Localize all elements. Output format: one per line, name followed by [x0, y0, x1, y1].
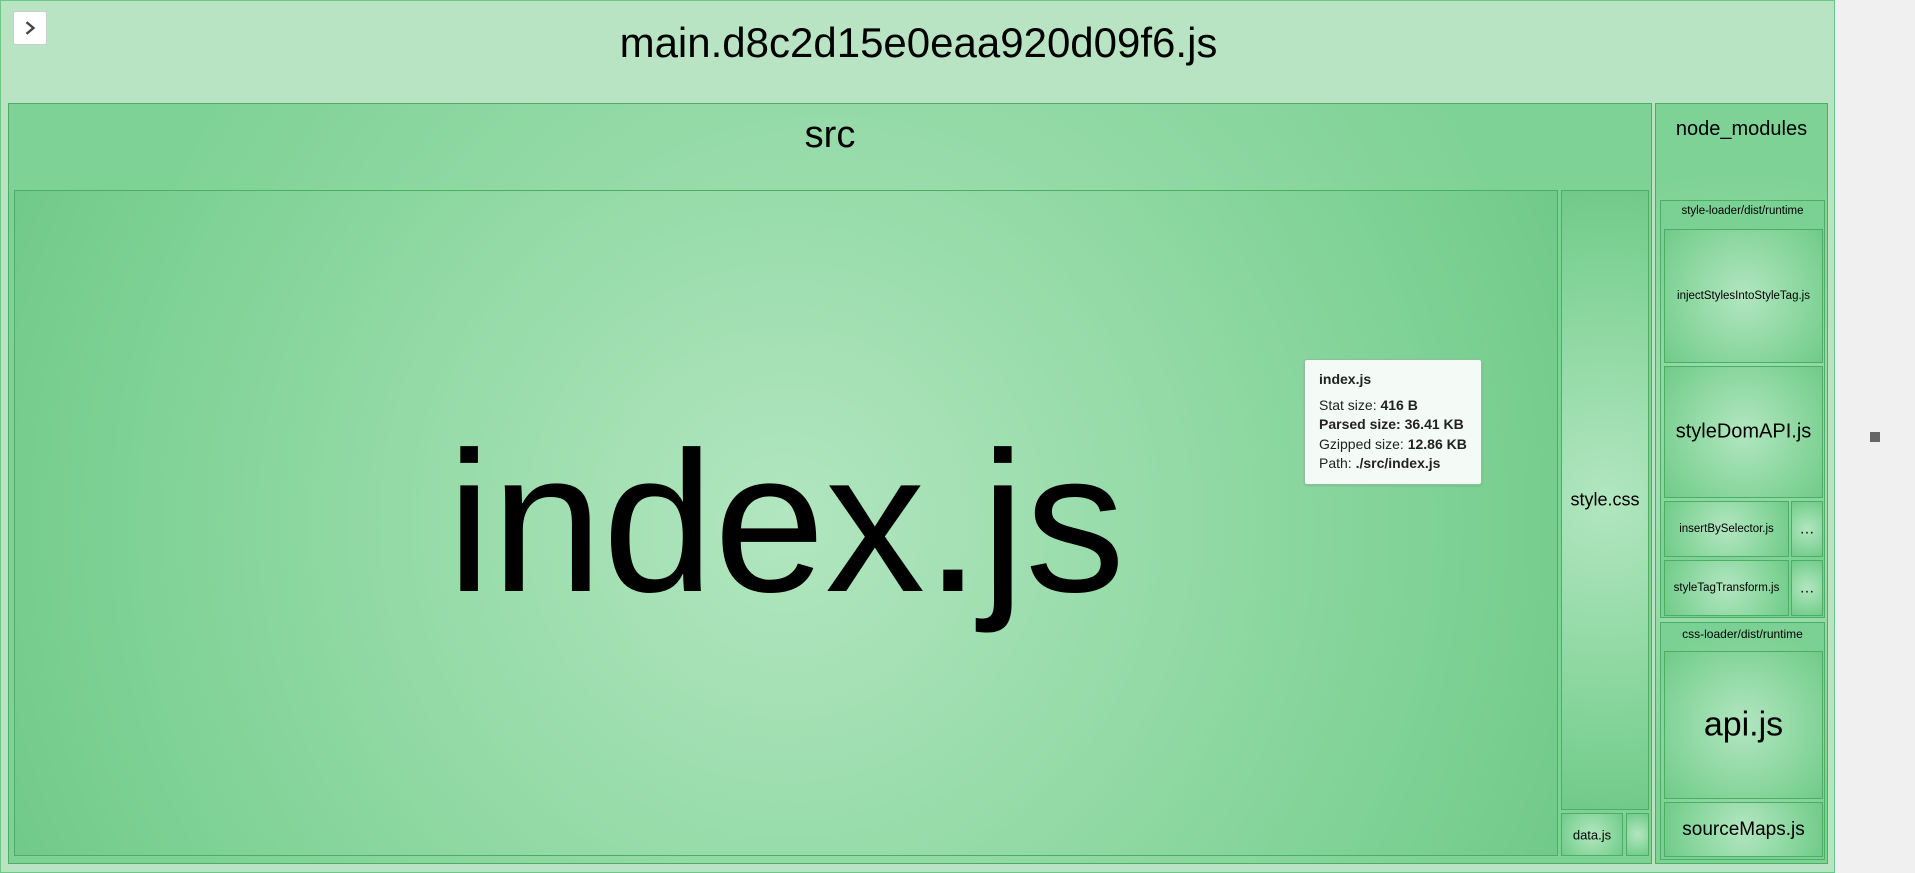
module-data-js-label: data.js	[1573, 827, 1611, 842]
module-style-tag-transform-label: styleTagTransform.js	[1674, 582, 1780, 594]
group-style-loader-label: style-loader/dist/runtime	[1661, 201, 1824, 227]
tooltip-parsed-row: Parsed size: 36.41 KB	[1319, 415, 1467, 435]
tooltip-parsed-value: 36.41 KB	[1405, 416, 1464, 432]
module-tiny-1[interactable]	[1626, 813, 1649, 856]
group-css-loader[interactable]: css-loader/dist/runtime api.js sourceMap…	[1660, 622, 1825, 860]
module-inject-styles[interactable]: injectStylesIntoStyleTag.js	[1664, 229, 1823, 363]
tooltip: index.js Stat size: 416 B Parsed size: 3…	[1304, 359, 1482, 485]
module-ellipsis-2-label: …	[1800, 580, 1815, 597]
tooltip-parsed-label: Parsed size:	[1319, 416, 1405, 432]
module-style-css-label: style.css	[1570, 490, 1639, 511]
module-style-css[interactable]: style.css	[1561, 190, 1649, 810]
tooltip-path-row: Path: ./src/index.js	[1319, 454, 1467, 474]
module-ellipsis-1-label: …	[1800, 521, 1815, 538]
tooltip-gzip-value: 12.86 KB	[1408, 436, 1467, 452]
tooltip-path-value: ./src/index.js	[1356, 455, 1441, 471]
module-inject-styles-label: injectStylesIntoStyleTag.js	[1677, 290, 1810, 302]
module-style-dom-api-label: styleDomAPI.js	[1676, 421, 1812, 444]
group-src-label: src	[9, 104, 1651, 184]
right-panel[interactable]	[1835, 0, 1915, 873]
module-insert-by-selector[interactable]: insertBySelector.js	[1664, 501, 1789, 557]
tooltip-path-label: Path:	[1319, 455, 1356, 471]
chevron-right-icon	[24, 21, 36, 35]
group-node-modules[interactable]: node_modules style-loader/dist/runtime i…	[1655, 103, 1828, 864]
module-api-js[interactable]: api.js	[1664, 651, 1823, 799]
module-data-js[interactable]: data.js	[1561, 813, 1623, 856]
treemap-viewport[interactable]: main.d8c2d15e0eaa920d09f6.js src index.j…	[0, 0, 1835, 873]
tooltip-gzip-row: Gzipped size: 12.86 KB	[1319, 435, 1467, 455]
tooltip-stat-row: Stat size: 416 B	[1319, 396, 1467, 416]
group-node-modules-label: node_modules	[1656, 104, 1827, 160]
module-index-js[interactable]: index.js	[14, 190, 1558, 856]
group-css-loader-label: css-loader/dist/runtime	[1661, 623, 1824, 649]
module-index-js-label: index.js	[447, 408, 1125, 638]
module-ellipsis-1[interactable]: …	[1791, 501, 1823, 557]
group-style-loader[interactable]: style-loader/dist/runtime injectStylesIn…	[1660, 200, 1825, 618]
right-panel-handle-icon	[1870, 432, 1880, 442]
module-source-maps-js[interactable]: sourceMaps.js	[1664, 802, 1823, 857]
bundle-title: main.d8c2d15e0eaa920d09f6.js	[1, 19, 1836, 67]
tooltip-title: index.js	[1319, 370, 1467, 390]
tooltip-stat-label: Stat size:	[1319, 397, 1380, 413]
tooltip-stat-value: 416 B	[1380, 397, 1417, 413]
module-style-dom-api[interactable]: styleDomAPI.js	[1664, 366, 1823, 498]
sidebar-toggle-button[interactable]	[13, 11, 47, 45]
module-ellipsis-2[interactable]: …	[1791, 560, 1823, 616]
module-insert-by-selector-label: insertBySelector.js	[1679, 523, 1774, 535]
module-api-js-label: api.js	[1704, 706, 1783, 745]
module-style-tag-transform[interactable]: styleTagTransform.js	[1664, 560, 1789, 616]
tooltip-gzip-label: Gzipped size:	[1319, 436, 1408, 452]
module-source-maps-js-label: sourceMaps.js	[1682, 819, 1805, 841]
